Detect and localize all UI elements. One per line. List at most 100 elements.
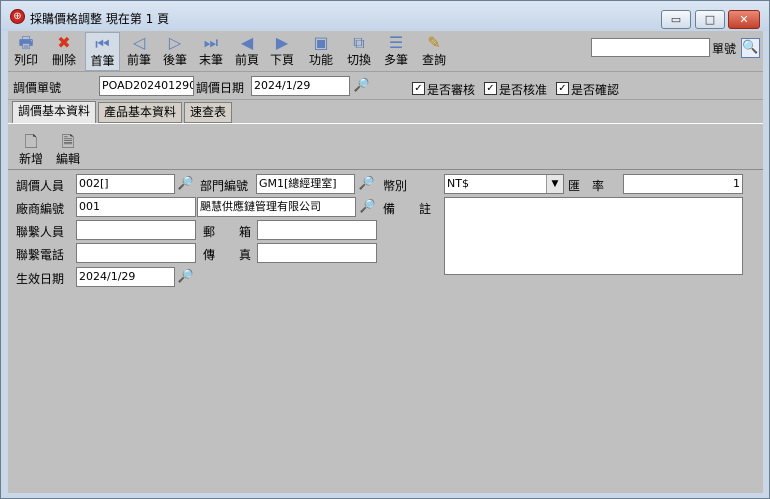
rate-label: 匯 率 [568, 179, 605, 193]
vendor-label: 廠商編號 [16, 202, 65, 216]
approve-review-label: 是否審核 [427, 83, 476, 97]
doc-date-label: 調價日期 [196, 81, 245, 95]
maximize-button[interactable]: □ [695, 10, 725, 29]
approve-ratify-checkbox[interactable]: ✓ [484, 82, 497, 95]
main-window: ⊕ 採購價格調整 現在第 1 頁 ▭ □ ✕ 🖶 列印 ✖ 刪除 ⏮ 首筆 ◁ … [0, 0, 770, 499]
chevron-down-icon[interactable]: ▼ [546, 175, 563, 193]
vendor-code-field[interactable]: 001 [76, 197, 196, 217]
multi-record-icon: ☰ [388, 33, 404, 52]
next-record-icon: ▷ [168, 33, 182, 52]
toolbar-next-label: 後筆 [162, 53, 187, 67]
doc-number-search-label: 單號 [712, 42, 737, 56]
tab-adjustment-basic[interactable]: 調價基本資料 [12, 101, 97, 124]
delete-icon: ✖ [57, 33, 71, 52]
toolbar-print-button[interactable]: 🖶 列印 [10, 32, 42, 71]
previous-page-icon: ◀ [240, 33, 254, 52]
dept-lookup-icon[interactable]: 🔎 [358, 175, 376, 193]
tab-panel: 🗋 新增 🗎 編輯 調價人員 002[] 🔎 部門編號 GM1[總經理室] 🔎 … [8, 123, 763, 493]
toolbar: 🖶 列印 ✖ 刪除 ⏮ 首筆 ◁ 前筆 ▷ 後筆 ⏭ 末筆 ◀ 前頁 ▶ 下頁 … [8, 31, 763, 72]
window-title: 採購價格調整 現在第 1 頁 [30, 12, 170, 26]
toolbar-previous-label: 前筆 [126, 53, 151, 67]
toolbar-query-label: 查詢 [421, 53, 446, 67]
toolbar-switch-button[interactable]: ⧉ 切換 [343, 32, 375, 71]
currency-value: NT$ [447, 177, 469, 190]
toolbar-function-button[interactable]: ▣ 功能 [305, 32, 337, 71]
function-icon: ▣ [313, 33, 329, 52]
currency-select[interactable]: NT$ ▼ [444, 174, 564, 194]
toolbar-next-page-label: 下頁 [269, 53, 294, 67]
toolbar-first-label: 首筆 [90, 54, 115, 68]
toolbar-delete-button[interactable]: ✖ 刪除 [48, 32, 80, 71]
new-button[interactable]: 🗋 新增 [16, 132, 46, 166]
doc-date-lookup-icon[interactable]: 🔎 [353, 77, 371, 95]
tab-quick-lookup[interactable]: 速查表 [184, 102, 233, 123]
toolbar-query-button[interactable]: ✎ 查詢 [418, 32, 450, 71]
fax-field[interactable] [257, 243, 377, 263]
toolbar-previous-page-button[interactable]: ◀ 前頁 [231, 32, 263, 71]
switch-icon: ⧉ [353, 33, 365, 52]
title-bar[interactable]: ⊕ 採購價格調整 現在第 1 頁 ▭ □ ✕ [1, 1, 769, 31]
vendor-name-field[interactable]: 颶慧供應鏈管理有限公司 [197, 197, 356, 217]
doc-number-search-input[interactable] [591, 38, 710, 57]
confirm-checkbox[interactable]: ✓ [556, 82, 569, 95]
effective-date-label: 生效日期 [16, 272, 65, 286]
edit-button[interactable]: 🗎 編輯 [53, 132, 83, 166]
client-area: 🖶 列印 ✖ 刪除 ⏮ 首筆 ◁ 前筆 ▷ 後筆 ⏭ 末筆 ◀ 前頁 ▶ 下頁 … [8, 31, 763, 493]
minimize-button[interactable]: ▭ [661, 10, 691, 29]
query-icon: ✎ [427, 33, 441, 52]
tab-product-basic[interactable]: 產品基本資料 [98, 102, 183, 123]
contact-label: 聯繫人員 [16, 225, 65, 239]
phone-field[interactable] [76, 243, 196, 263]
effective-date-lookup-icon[interactable]: 🔎 [177, 268, 195, 286]
close-button[interactable]: ✕ [728, 10, 760, 29]
toolbar-multi-button[interactable]: ☰ 多筆 [380, 32, 412, 71]
adjuster-lookup-icon[interactable]: 🔎 [177, 175, 195, 193]
email-label: 郵 箱 [203, 225, 252, 239]
email-field[interactable] [257, 220, 377, 240]
toolbar-delete-label: 刪除 [51, 53, 76, 67]
remark-label: 備 註 [383, 202, 432, 216]
toolbar-next-button[interactable]: ▷ 後筆 [159, 32, 191, 71]
edit-button-label: 編輯 [55, 152, 80, 166]
last-record-icon: ⏭ [203, 33, 219, 52]
currency-label: 幣別 [383, 179, 408, 193]
contact-field[interactable] [76, 220, 196, 240]
new-button-label: 新增 [18, 152, 43, 166]
toolbar-first-button[interactable]: ⏮ 首筆 [85, 32, 120, 71]
toolbar-print-label: 列印 [13, 53, 38, 67]
approve-review-checkbox[interactable]: ✓ [412, 82, 425, 95]
vendor-lookup-icon[interactable]: 🔎 [359, 198, 377, 216]
adjuster-field[interactable]: 002[] [76, 174, 175, 194]
printer-icon: 🖶 [18, 33, 34, 52]
toolbar-previous-page-label: 前頁 [234, 53, 259, 67]
doc-number-label: 調價單號 [13, 81, 62, 95]
approve-ratify-label: 是否核准 [499, 83, 548, 97]
edit-document-icon: 🗎 [61, 132, 75, 151]
next-page-icon: ▶ [275, 33, 289, 52]
adjustment-form: 調價人員 002[] 🔎 部門編號 GM1[總經理室] 🔎 幣別 NT$ ▼ 匯… [8, 169, 763, 493]
toolbar-last-label: 末筆 [198, 53, 223, 67]
dept-field[interactable]: GM1[總經理室] [256, 174, 355, 194]
adjuster-label: 調價人員 [16, 179, 65, 193]
remark-textarea[interactable] [444, 197, 743, 275]
previous-record-icon: ◁ [132, 33, 146, 52]
fax-label: 傳 真 [203, 248, 252, 262]
toolbar-last-button[interactable]: ⏭ 末筆 [195, 32, 227, 71]
phone-label: 聯繫電話 [16, 248, 65, 262]
toolbar-next-page-button[interactable]: ▶ 下頁 [266, 32, 298, 71]
toolbar-multi-label: 多筆 [383, 53, 408, 67]
document-header: 調價單號 POAD20240129001 調價日期 2024/1/29 🔎 ✓ … [8, 73, 763, 100]
toolbar-switch-label: 切換 [346, 53, 371, 67]
confirm-label: 是否確認 [571, 83, 620, 97]
doc-date-field[interactable]: 2024/1/29 [251, 76, 350, 96]
toolbar-previous-button[interactable]: ◁ 前筆 [123, 32, 155, 71]
effective-date-field[interactable]: 2024/1/29 [76, 267, 175, 287]
toolbar-function-label: 功能 [308, 53, 333, 67]
first-record-icon: ⏮ [95, 34, 110, 53]
dept-label: 部門編號 [200, 179, 249, 193]
doc-number-field[interactable]: POAD20240129001 [99, 76, 194, 96]
search-icon[interactable]: 🔍 [741, 38, 760, 58]
rate-field[interactable]: 1 [623, 174, 743, 194]
new-document-icon: 🗋 [24, 132, 38, 151]
globe-icon: ⊕ [10, 9, 25, 24]
